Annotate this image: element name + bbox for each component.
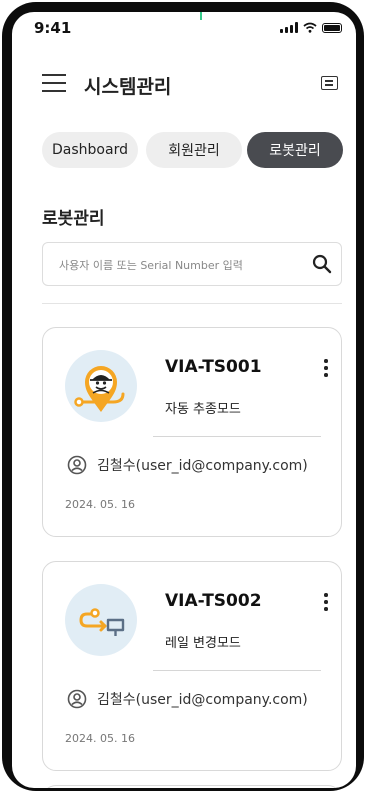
battery-icon — [322, 22, 342, 33]
robot-mode: 자동 추종모드 — [165, 402, 241, 417]
app-header: 시스템관리 — [12, 62, 356, 102]
tab-members[interactable]: 회원관리 — [146, 132, 242, 168]
search-icon[interactable] — [311, 253, 333, 275]
robot-name: VIA-TS002 — [165, 591, 262, 611]
divider — [42, 303, 342, 304]
robot-date: 2024. 05. 16 — [65, 732, 135, 745]
user-icon — [67, 455, 87, 475]
list-view-icon[interactable] — [321, 76, 338, 90]
status-icons — [280, 22, 342, 33]
status-time: 9:41 — [34, 19, 72, 37]
tab-dashboard[interactable]: Dashboard — [42, 132, 138, 168]
robot-card-partial[interactable] — [42, 785, 342, 788]
search-input[interactable] — [57, 254, 301, 276]
status-bar: 9:41 — [12, 12, 356, 44]
auto-follow-robot-icon — [74, 366, 125, 412]
robot-user: 김철수(user_id@company.com) — [97, 458, 308, 474]
section-title: 로봇관리 — [42, 209, 105, 229]
device-frame: 9:41 시스템관리 Dashboard 회원관리 로봇관리 로봇관리 사용자 … — [2, 2, 364, 791]
more-options-icon[interactable] — [321, 592, 329, 612]
signal-icon — [280, 22, 298, 33]
card-divider — [153, 436, 321, 437]
robot-mode: 레일 변경모드 — [165, 636, 241, 651]
wifi-icon — [303, 22, 317, 33]
card-divider — [153, 670, 321, 671]
search-box — [42, 242, 342, 286]
robot-name: VIA-TS001 — [165, 357, 262, 377]
rail-change-icon — [79, 608, 125, 636]
tab-robots[interactable]: 로봇관리 — [247, 132, 343, 168]
robot-user: 김철수(user_id@company.com) — [97, 692, 308, 708]
robot-avatar — [65, 350, 137, 422]
more-options-icon[interactable] — [321, 358, 329, 378]
user-icon — [67, 689, 87, 709]
app-screen: 9:41 시스템관리 Dashboard 회원관리 로봇관리 로봇관리 사용자 … — [12, 12, 356, 788]
page-title: 시스템관리 — [84, 76, 172, 98]
robot-card[interactable]: VIA-TS001 자동 추종모드 김철수(user_id@company.co… — [42, 327, 342, 537]
menu-icon[interactable] — [42, 74, 66, 92]
robot-card[interactable]: VIA-TS002 레일 변경모드 김철수(user_id@company.co… — [42, 561, 342, 771]
robot-avatar — [65, 584, 137, 656]
robot-date: 2024. 05. 16 — [65, 498, 135, 511]
